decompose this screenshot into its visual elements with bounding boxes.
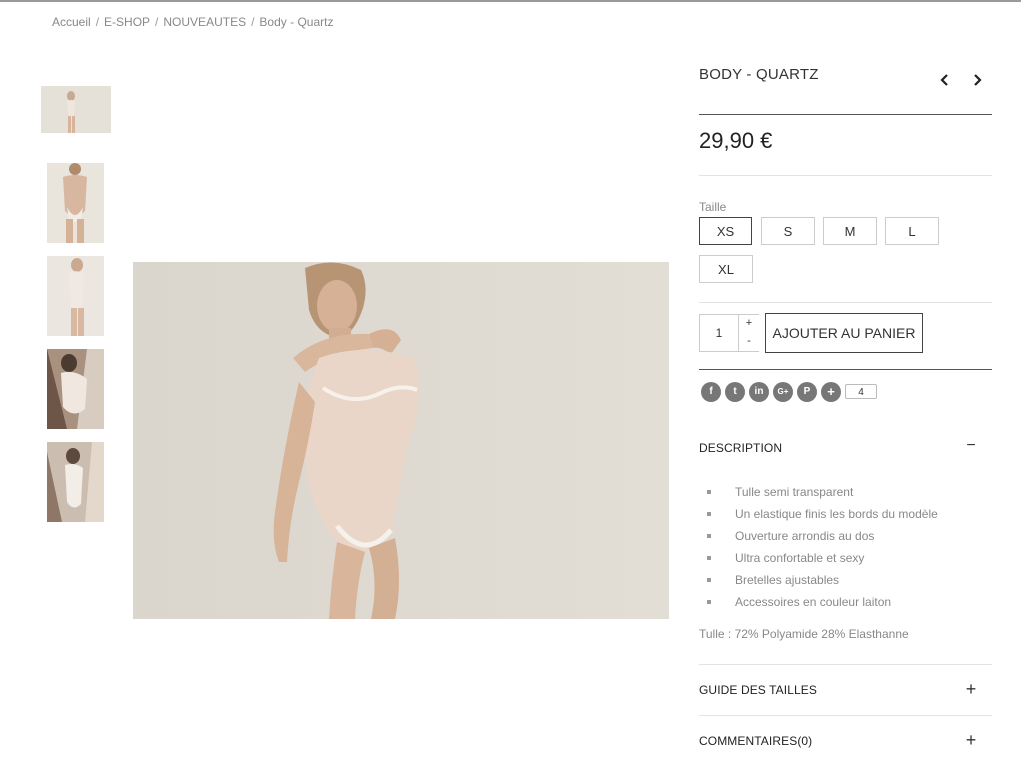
list-item-text: Tulle semi transparent [735, 485, 854, 499]
divider [699, 369, 992, 370]
main-product-image[interactable] [133, 262, 669, 619]
list-item-text: Accessoires en couleur laiton [735, 595, 892, 609]
breadcrumb-home[interactable]: Accueil [52, 15, 91, 29]
divider [699, 715, 992, 716]
google-plus-icon[interactable]: G+ [773, 382, 793, 402]
list-item: Un elastique finis les bords du modèle [707, 503, 938, 525]
bullet-icon [707, 534, 711, 538]
divider [699, 302, 992, 303]
comments-accordion-title[interactable]: COMMENTAIRES(0) [699, 734, 812, 748]
size-option-xs[interactable]: XS [699, 217, 752, 245]
size-option-m[interactable]: M [823, 217, 877, 245]
description-list: Tulle semi transparent Un elastique fini… [707, 481, 938, 613]
size-label: Taille [699, 200, 727, 214]
bullet-icon [707, 512, 711, 516]
list-item: Accessoires en couleur laiton [707, 591, 938, 613]
expand-plus-icon[interactable]: + [963, 730, 979, 751]
list-item-text: Ultra confortable et sexy [735, 551, 865, 565]
breadcrumb-nouveautes[interactable]: NOUVEAUTES [163, 15, 246, 29]
product-title: BODY - QUARTZ [699, 66, 819, 83]
breadcrumb: Accueil / E-SHOP / NOUVEAUTES / Body - Quartz [52, 15, 333, 29]
more-share-icon[interactable]: + [821, 382, 841, 402]
list-item: Ouverture arrondis au dos [707, 525, 938, 547]
previous-product-arrow-icon[interactable] [937, 72, 953, 88]
quantity-stepper: + - [699, 314, 759, 352]
top-border [0, 0, 1021, 2]
product-price: 29,90 € [699, 128, 773, 153]
list-item-text: Ouverture arrondis au dos [735, 529, 875, 543]
collapse-minus-icon[interactable]: − [963, 437, 979, 455]
quantity-increase-button[interactable]: + [738, 315, 759, 334]
product-thumbnail-3[interactable] [47, 256, 104, 336]
quantity-input[interactable] [700, 315, 738, 351]
list-item: Tulle semi transparent [707, 481, 938, 503]
product-thumbnail-2[interactable] [47, 163, 104, 243]
product-thumbnail-5[interactable] [47, 442, 104, 522]
breadcrumb-eshop[interactable]: E-SHOP [104, 15, 150, 29]
breadcrumb-separator: / [155, 15, 159, 29]
twitter-icon[interactable]: t [725, 382, 745, 402]
list-item-text: Bretelles ajustables [735, 573, 840, 587]
linkedin-icon[interactable]: in [749, 382, 769, 402]
list-item: Bretelles ajustables [707, 569, 938, 591]
add-to-cart-button[interactable]: AJOUTER AU PANIER [765, 313, 923, 353]
list-item: Ultra confortable et sexy [707, 547, 938, 569]
composition-text: Tulle : 72% Polyamide 28% Elasthanne [699, 627, 909, 641]
bullet-icon [707, 556, 711, 560]
product-thumbnail-1[interactable] [41, 86, 111, 133]
share-count: 4 [845, 384, 877, 399]
expand-plus-icon[interactable]: + [963, 679, 979, 700]
pinterest-icon[interactable]: P [797, 382, 817, 402]
facebook-icon[interactable]: f [701, 382, 721, 402]
divider [699, 175, 992, 176]
breadcrumb-separator: / [251, 15, 255, 29]
size-option-l[interactable]: L [885, 217, 939, 245]
divider [699, 114, 992, 115]
size-option-s[interactable]: S [761, 217, 815, 245]
bullet-icon [707, 600, 711, 604]
quantity-decrease-button[interactable]: - [738, 333, 759, 351]
breadcrumb-current: Body - Quartz [259, 15, 334, 29]
list-item-text: Un elastique finis les bords du modèle [735, 507, 938, 521]
description-accordion-title[interactable]: DESCRIPTION [699, 441, 782, 455]
size-option-xl[interactable]: XL [699, 255, 753, 283]
divider [699, 664, 992, 665]
size-guide-accordion-title[interactable]: GUIDE DES TAILLES [699, 683, 817, 697]
next-product-arrow-icon[interactable] [969, 72, 985, 88]
product-thumbnail-4[interactable] [47, 349, 104, 429]
bullet-icon [707, 578, 711, 582]
breadcrumb-separator: / [95, 15, 100, 29]
bullet-icon [707, 490, 711, 494]
